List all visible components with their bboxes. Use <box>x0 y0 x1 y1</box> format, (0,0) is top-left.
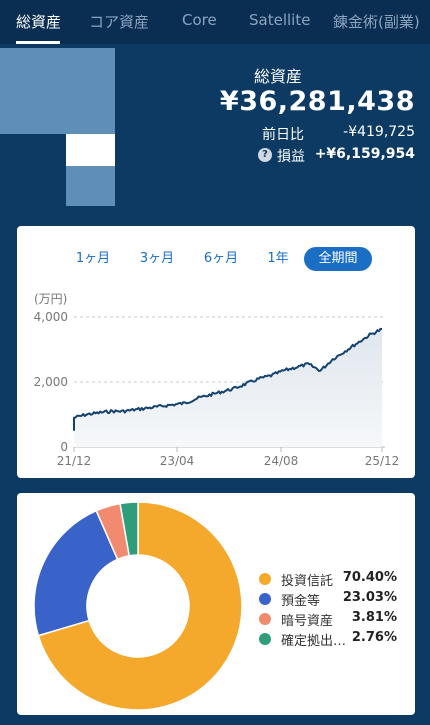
legend-name-crypto: 暗号資産 <box>281 614 334 629</box>
legend-value-dc: 2.76% <box>351 630 397 645</box>
legend-dot-dc <box>259 633 271 645</box>
legend-value-crypto: 3.81% <box>351 610 397 625</box>
legend-name-dc: 確定拠出… <box>281 634 347 649</box>
legend-dot-crypto <box>259 613 271 625</box>
legend-dot-invest <box>259 573 271 585</box>
legend-name-invest: 投資信託 <box>281 574 334 589</box>
legend-value-invest: 70.40% <box>342 570 397 585</box>
legend-name-deposit: 預金等 <box>281 594 321 609</box>
legend-value-deposit: 23.03% <box>342 590 397 605</box>
legend-dot-deposit <box>259 593 271 605</box>
